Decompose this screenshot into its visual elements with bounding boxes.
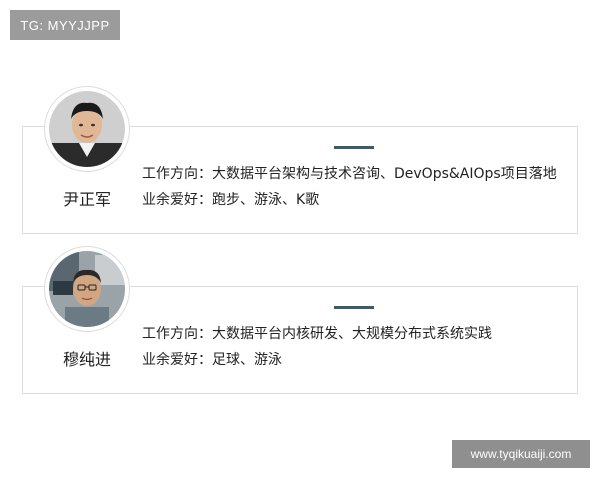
hobbies-2: 业余爱好：足球、游泳 <box>142 352 282 368</box>
avatar-photo-1 <box>49 91 125 167</box>
profile-name-2: 穆纯进 <box>62 350 111 369</box>
card-accent-bar-1 <box>334 146 374 149</box>
work-direction-2: 工作方向：大数据平台内核研发、大规模分布式系统实践 <box>142 326 492 342</box>
avatar-photo-2 <box>49 251 125 327</box>
hobbies-1: 业余爱好：跑步、游泳、K歌 <box>142 192 320 208</box>
tg-watermark: TG: MYYJJPP <box>10 10 120 40</box>
work-direction-1: 工作方向：大数据平台架构与技术咨询、DevOps&AIOps项目落地 <box>142 166 557 182</box>
card-accent-bar-2 <box>334 306 374 309</box>
site-watermark: www.tyqikuaiji.com <box>452 440 590 468</box>
profile-name-1: 尹正军 <box>62 190 111 209</box>
